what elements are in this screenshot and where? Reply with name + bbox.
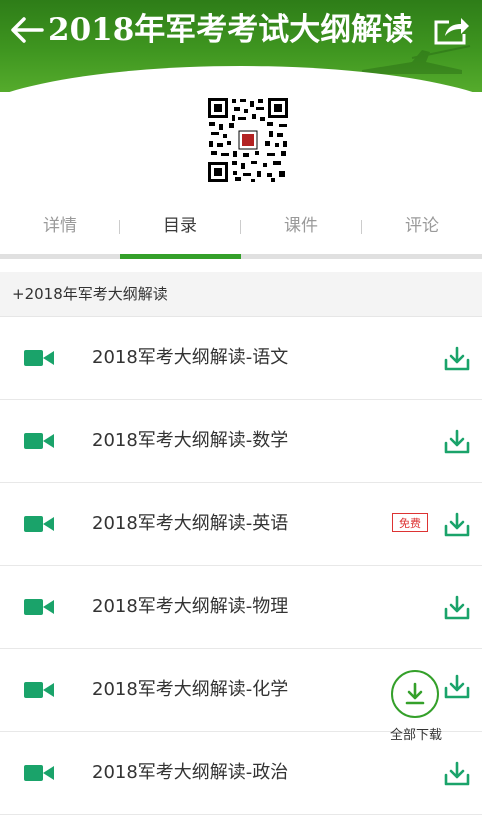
app-header: 2018年军考考试大纲解读	[0, 0, 482, 92]
tab-bar: 详情 目录 课件 评论	[0, 202, 482, 254]
download-icon[interactable]	[443, 673, 471, 701]
tab-catalog[interactable]: 目录	[120, 202, 240, 250]
lesson-title: 2018军考大纲解读-政治	[92, 762, 289, 783]
video-camera-icon	[24, 599, 54, 615]
lesson-title: 2018军考大纲解读-语文	[92, 347, 289, 368]
lesson-title: 2018军考大纲解读-物理	[92, 596, 289, 617]
video-camera-icon	[24, 433, 54, 449]
tab-track	[0, 254, 482, 259]
video-camera-icon	[24, 350, 54, 366]
lesson-row[interactable]: 2018军考大纲解读-语文	[0, 317, 482, 400]
video-camera-icon	[24, 516, 54, 532]
free-badge: 免费	[392, 513, 428, 532]
download-icon[interactable]	[443, 511, 471, 539]
chapter-title: +2018年军考大纲解读	[12, 285, 168, 303]
lesson-title: 2018军考大纲解读-数学	[92, 430, 289, 451]
lesson-row[interactable]: 2018军考大纲解读-英语 免费	[0, 483, 482, 566]
lesson-title: 2018军考大纲解读-英语	[92, 513, 289, 534]
active-tab-indicator	[120, 254, 241, 259]
page-title: 2018年军考考试大纲解读	[48, 12, 414, 48]
share-button[interactable]	[431, 12, 471, 48]
tab-comments[interactable]: 评论	[362, 202, 482, 250]
arrow-left-icon	[11, 17, 44, 43]
tab-courseware[interactable]: 课件	[241, 202, 361, 250]
download-icon[interactable]	[443, 594, 471, 622]
download-arrow-icon	[405, 682, 425, 705]
video-camera-icon	[24, 682, 54, 698]
lesson-row[interactable]: 2018军考大纲解读-物理	[0, 566, 482, 649]
download-icon[interactable]	[443, 345, 471, 373]
tab-details[interactable]: 详情	[0, 202, 120, 250]
download-all-button[interactable]	[391, 670, 439, 718]
qr-code-image	[207, 97, 289, 183]
share-icon	[434, 18, 469, 45]
back-button[interactable]	[8, 10, 46, 50]
lesson-row[interactable]: 2018军考大纲解读-政治	[0, 732, 482, 815]
download-icon[interactable]	[443, 760, 471, 788]
download-icon[interactable]	[443, 428, 471, 456]
lesson-title: 2018军考大纲解读-化学	[92, 679, 289, 700]
lesson-row[interactable]: 2018军考大纲解读-数学	[0, 400, 482, 483]
video-camera-icon	[24, 765, 54, 781]
download-all-label: 全部下载	[389, 728, 442, 743]
chapter-header[interactable]: +2018年军考大纲解读	[0, 272, 482, 317]
